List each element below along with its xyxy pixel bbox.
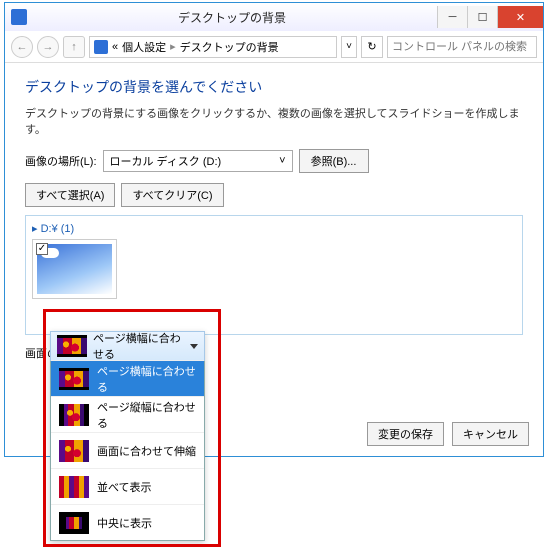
chevron-down-icon: ˅ xyxy=(279,155,285,167)
cp-icon xyxy=(94,40,108,54)
location-row: 画像の場所(L): ローカル ディスク (D:) ˅ 参照(B)... xyxy=(25,149,523,173)
maximize-button[interactable]: ☐ xyxy=(467,6,497,28)
heading: デスクトップの背景を選んでください xyxy=(25,77,523,97)
save-button[interactable]: 変更の保存 xyxy=(367,422,444,446)
navbar: ← → ↑ « 個人設定 ▸ デスクトップの背景 ˅ ↻ xyxy=(5,31,543,63)
back-button[interactable]: ← xyxy=(11,36,33,58)
group-label[interactable]: ▸ D:¥ (1) xyxy=(32,222,516,235)
breadcrumb[interactable]: « 個人設定 ▸ デスクトップの背景 xyxy=(89,36,337,58)
refresh-button[interactable]: ↻ xyxy=(361,36,383,58)
position-option-fitwidth[interactable]: ページ横幅に合わせる xyxy=(51,360,204,396)
content: デスクトップの背景を選んでください デスクトップの背景にする画像をクリックするか… xyxy=(5,63,543,375)
position-selected: ページ横幅に合わせる xyxy=(93,330,184,362)
cancel-button[interactable]: キャンセル xyxy=(452,422,529,446)
titlebar: デスクトップの背景 ─ ☐ ✕ xyxy=(5,3,543,31)
app-icon xyxy=(11,9,27,25)
bottom-bar: 変更の保存 キャンセル xyxy=(367,422,529,446)
position-option-tile[interactable]: 並べて表示 xyxy=(51,468,204,504)
position-dropdown: ページ横幅に合わせる ページ横幅に合わせる ページ縦幅に合わせる 画面に合わせて… xyxy=(50,331,205,541)
thumbnail-preview xyxy=(37,244,112,294)
address-dropdown-button[interactable]: ˅ xyxy=(341,36,357,58)
browse-button[interactable]: 参照(B)... xyxy=(299,149,369,173)
position-option-stretch[interactable]: 画面に合わせて伸縮 xyxy=(51,432,204,468)
location-label: 画像の場所(L): xyxy=(25,153,97,169)
up-button[interactable]: ↑ xyxy=(63,36,85,58)
close-button[interactable]: ✕ xyxy=(497,6,543,28)
position-combo[interactable]: ページ横幅に合わせる xyxy=(50,331,205,361)
position-option-center[interactable]: 中央に表示 xyxy=(51,504,204,540)
position-option-fitheight[interactable]: ページ縦幅に合わせる xyxy=(51,396,204,432)
image-thumbnail[interactable]: ✓ xyxy=(32,239,117,299)
breadcrumb-a[interactable]: 個人設定 xyxy=(122,39,166,55)
forward-button[interactable]: → xyxy=(37,36,59,58)
location-value: ローカル ディスク (D:) xyxy=(110,153,222,169)
window-title: デスクトップの背景 xyxy=(27,9,437,26)
minimize-button[interactable]: ─ xyxy=(437,6,467,28)
chevron-right-icon: ▸ xyxy=(170,40,176,53)
select-all-button[interactable]: すべて選択(A) xyxy=(25,183,115,207)
breadcrumb-prefix: « xyxy=(112,41,118,53)
search-input[interactable] xyxy=(387,36,537,58)
breadcrumb-b[interactable]: デスクトップの背景 xyxy=(180,39,279,55)
location-combo[interactable]: ローカル ディスク (D:) ˅ xyxy=(103,150,293,172)
images-panel: ▸ D:¥ (1) ✓ xyxy=(25,215,523,335)
clear-all-button[interactable]: すべてクリア(C) xyxy=(121,183,223,207)
window-buttons: ─ ☐ ✕ xyxy=(437,6,543,28)
toolbar: すべて選択(A) すべてクリア(C) xyxy=(25,183,523,207)
thumbnail-checkbox[interactable]: ✓ xyxy=(36,243,48,255)
description: デスクトップの背景にする画像をクリックするか、複数の画像を選択してスライドショー… xyxy=(25,105,523,137)
